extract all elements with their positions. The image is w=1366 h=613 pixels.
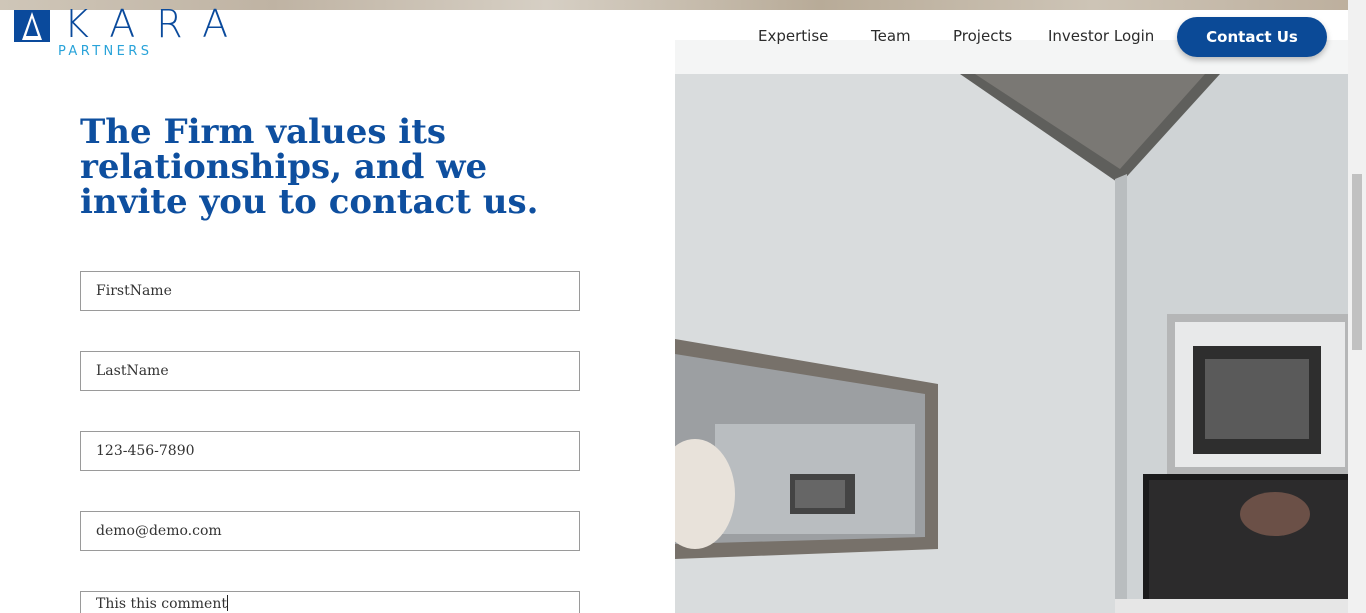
logo-subtitle: PARTNERS	[58, 44, 153, 59]
email-value: demo@demo.com	[96, 523, 222, 539]
nav-investor-login[interactable]: Investor Login	[1048, 27, 1154, 45]
phone-value: 123-456-7890	[96, 443, 195, 459]
first-name-field[interactable]: FirstName	[80, 271, 580, 311]
scrollbar-thumb[interactable]	[1352, 174, 1362, 350]
comment-value: This this comment	[96, 596, 227, 612]
nav-expertise[interactable]: Expertise	[758, 27, 828, 45]
kara-partners-logo[interactable]: KARA PARTNERS	[14, 2, 228, 60]
logo-mark-icon	[14, 10, 50, 42]
last-name-value: LastName	[96, 363, 169, 379]
contact-headline: The Firm values its relationships, and w…	[80, 112, 539, 222]
site-header: KARA PARTNERS Expertise Team Projects In…	[0, 2, 1366, 74]
page-scrollbar[interactable]	[1348, 0, 1366, 613]
phone-field[interactable]: 123-456-7890	[80, 431, 580, 471]
last-name-field[interactable]: LastName	[80, 351, 580, 391]
comment-field[interactable]: This this comment	[80, 591, 580, 613]
text-caret	[226, 595, 228, 611]
interior-photo-icon	[675, 74, 1348, 613]
logo-wordmark: KARA	[64, 2, 250, 46]
contact-us-button[interactable]: Contact Us	[1177, 17, 1327, 57]
nav-team[interactable]: Team	[871, 27, 911, 45]
interior-photo	[675, 74, 1348, 613]
email-field[interactable]: demo@demo.com	[80, 511, 580, 551]
first-name-value: FirstName	[96, 283, 172, 299]
nav-projects[interactable]: Projects	[953, 27, 1012, 45]
